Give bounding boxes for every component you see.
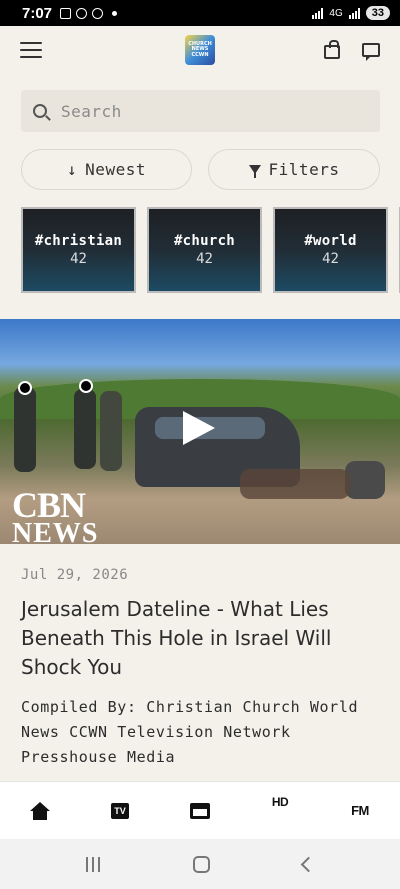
play-icon[interactable] bbox=[183, 411, 215, 445]
more-notifications-dot bbox=[112, 10, 118, 16]
signal-icon bbox=[312, 7, 324, 19]
tag-tile-christian[interactable]: #christian 42 bbox=[21, 207, 136, 293]
tag-carousel[interactable]: #christian 42 #church 42 #world 42 bbox=[21, 207, 400, 293]
chat-icon[interactable] bbox=[362, 43, 380, 61]
face-blur-mark bbox=[18, 381, 32, 395]
bottom-navigation: TV HD FM bbox=[0, 781, 400, 839]
nav-store[interactable] bbox=[170, 791, 230, 831]
search-bar[interactable] bbox=[21, 90, 380, 132]
notification-icons bbox=[60, 7, 118, 19]
signal-icon-2 bbox=[348, 7, 360, 19]
network-type: 4G bbox=[329, 7, 343, 19]
article-title[interactable]: Jerusalem Dateline - What Lies Beneath T… bbox=[21, 595, 381, 682]
nav-home[interactable] bbox=[10, 791, 70, 831]
tag-name: #world bbox=[304, 233, 357, 249]
tag-tile-world[interactable]: #world 42 bbox=[273, 207, 388, 293]
fm-radio-icon: FM bbox=[351, 803, 369, 818]
logo-line-1: CBN bbox=[12, 485, 86, 525]
app-logo[interactable]: CHURCH NEWS CCWN bbox=[185, 35, 215, 65]
tag-count: 42 bbox=[196, 251, 213, 267]
status-bar: 7:07 4G 33 bbox=[0, 0, 400, 26]
back-icon[interactable] bbox=[300, 856, 316, 872]
home-icon bbox=[30, 802, 50, 820]
recents-icon[interactable] bbox=[86, 856, 101, 872]
sort-newest-button[interactable]: ↓ Newest bbox=[21, 149, 192, 190]
filters-label: Filters bbox=[268, 160, 340, 179]
tag-name: #christian bbox=[34, 233, 123, 249]
status-time: 7:07 bbox=[22, 4, 53, 22]
person-figure bbox=[74, 389, 96, 469]
filter-icon bbox=[248, 165, 261, 178]
video-thumbnail[interactable]: CBN NEWS bbox=[0, 319, 400, 544]
screenshot-icon bbox=[60, 7, 72, 19]
face-blur-mark bbox=[79, 379, 93, 393]
article-date: Jul 29, 2026 bbox=[21, 567, 129, 583]
logo-line-2: NEWS bbox=[12, 518, 99, 544]
tag-count: 42 bbox=[322, 251, 339, 267]
person-figure bbox=[345, 461, 385, 499]
tv-icon: TV bbox=[111, 802, 129, 819]
search-input[interactable] bbox=[61, 101, 341, 121]
filters-button[interactable]: Filters bbox=[208, 149, 380, 190]
system-navigation-bar bbox=[0, 839, 400, 889]
app-icon bbox=[76, 7, 88, 19]
person-figure bbox=[100, 391, 122, 471]
tag-count: 42 bbox=[70, 251, 87, 267]
nav-hd-video[interactable]: HD bbox=[250, 791, 310, 831]
equipment-pile bbox=[240, 469, 350, 499]
tag-name: #church bbox=[173, 233, 236, 249]
nav-tv[interactable]: TV bbox=[90, 791, 150, 831]
cbn-news-logo: CBN NEWS bbox=[12, 485, 99, 544]
person-figure bbox=[14, 387, 36, 472]
top-bar: CHURCH NEWS CCWN bbox=[0, 26, 400, 74]
system-home-icon[interactable] bbox=[192, 855, 210, 873]
arrow-down-icon: ↓ bbox=[67, 160, 78, 179]
media-icon bbox=[92, 7, 104, 19]
battery-indicator: 33 bbox=[365, 6, 390, 20]
top-actions bbox=[324, 40, 380, 61]
article-byline: Compiled By: Christian Church World News… bbox=[21, 698, 359, 766]
status-right: 4G 33 bbox=[312, 6, 390, 20]
hd-video-icon: HD bbox=[271, 794, 289, 809]
search-icon bbox=[33, 104, 47, 118]
tag-tile-church[interactable]: #church 42 bbox=[147, 207, 262, 293]
sort-label: Newest bbox=[85, 160, 146, 179]
nav-fm-radio[interactable]: FM bbox=[330, 791, 390, 831]
store-icon bbox=[190, 802, 210, 819]
logo-text: CHURCH NEWS CCWN bbox=[188, 40, 212, 58]
shopping-bag-icon[interactable] bbox=[324, 40, 340, 59]
menu-icon[interactable] bbox=[20, 42, 42, 58]
